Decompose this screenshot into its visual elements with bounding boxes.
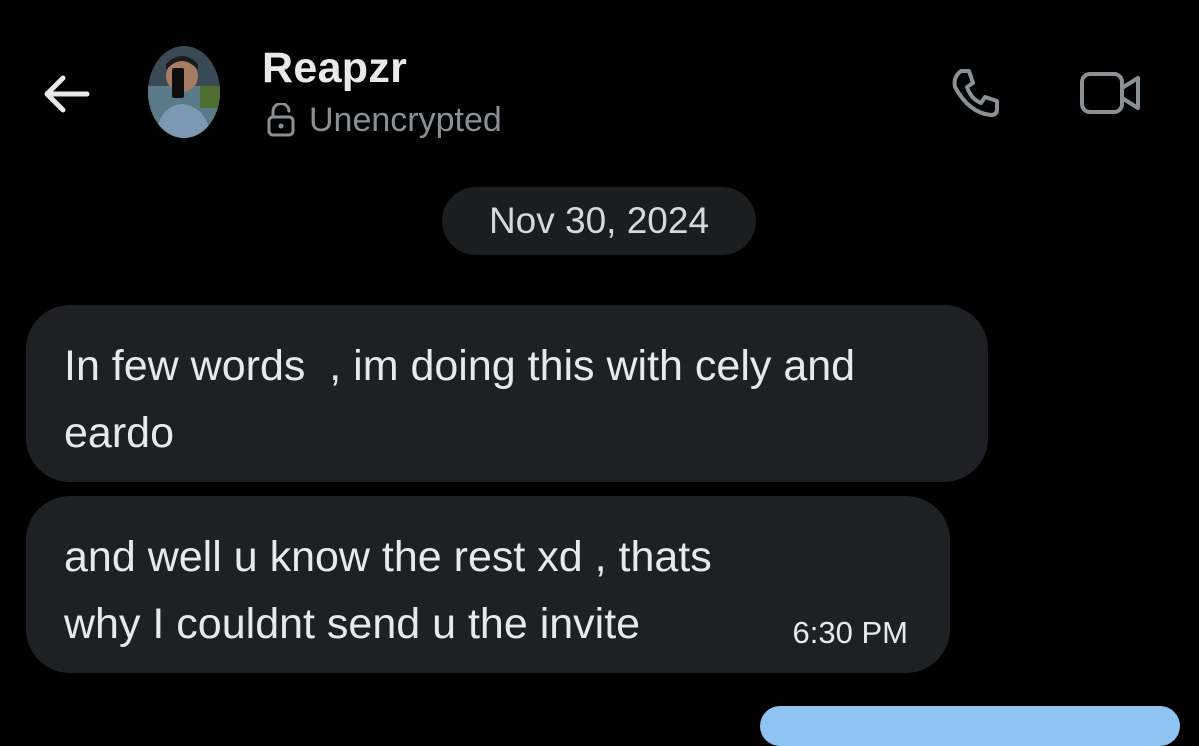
date-separator-text: Nov 30, 2024 [488, 200, 710, 241]
message-text: and well u know the rest xd , thats why … [64, 533, 724, 648]
encryption-label: Unencrypted [309, 100, 502, 139]
outgoing-message-bubble[interactable] [760, 706, 1180, 746]
message-bubble[interactable]: In few words , im doing this with cely a… [26, 305, 988, 482]
call-button[interactable] [944, 62, 1006, 124]
avatar-image [148, 46, 220, 138]
date-separator: Nov 30, 2024 [442, 187, 756, 255]
unlocked-icon [267, 103, 295, 137]
conversation-header: Reapzr Unencrypted [0, 0, 1199, 180]
video-camera-icon [1080, 72, 1140, 114]
back-button[interactable] [36, 64, 96, 124]
contact-name[interactable]: Reapzr [262, 44, 407, 93]
back-arrow-icon [44, 75, 90, 113]
phone-icon [952, 69, 999, 117]
encryption-status[interactable]: Unencrypted [265, 100, 502, 140]
video-call-button[interactable] [1076, 62, 1146, 124]
message-timestamp: 6:30 PM [792, 615, 908, 650]
message-text: In few words , im doing this with cely a… [64, 342, 868, 457]
avatar[interactable] [148, 46, 220, 138]
message-bubble[interactable]: and well u know the rest xd , thats why … [26, 496, 950, 673]
